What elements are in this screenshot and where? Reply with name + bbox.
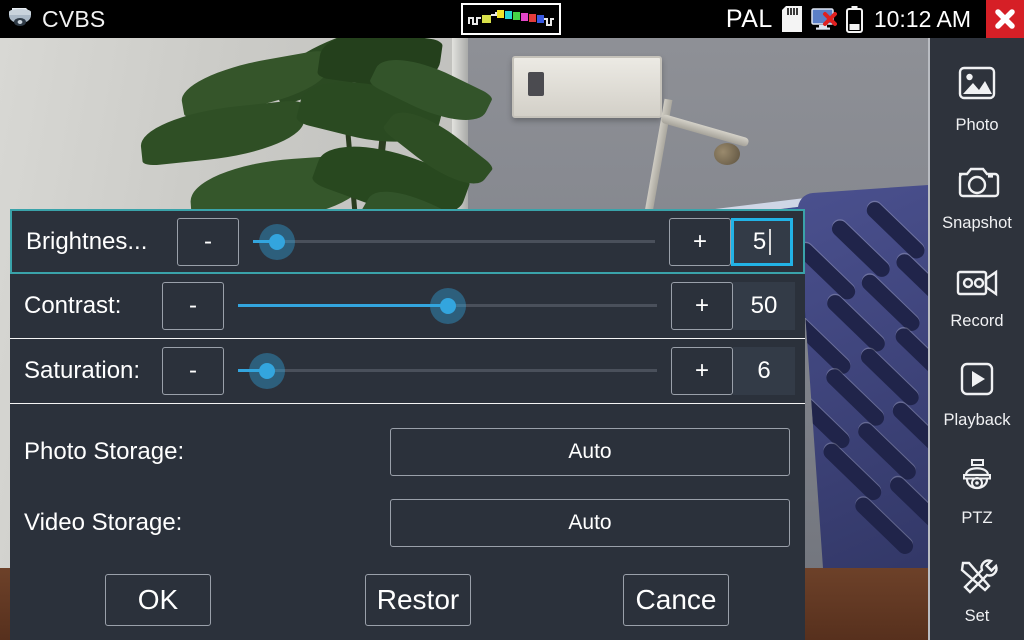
title-bar: CVBS PAL 10:12 AM <box>0 0 1024 38</box>
photo-icon <box>951 64 1003 110</box>
dialog-button-bar: OK Restor Cance <box>10 574 805 630</box>
app-title: CVBS <box>42 5 106 32</box>
photo-storage-label: Photo Storage: <box>24 437 185 465</box>
sidebar-item-label: Photo <box>955 115 999 134</box>
contrast-increase-button[interactable]: + <box>671 282 733 330</box>
slider-track <box>253 239 655 243</box>
text-cursor <box>769 228 772 255</box>
sidebar-item-snapshot[interactable]: Snapshot <box>929 148 1024 246</box>
sidebar-item-photo[interactable]: Photo <box>929 50 1024 148</box>
saturation-slider[interactable] <box>238 347 657 395</box>
title-left-group: CVBS <box>6 0 105 38</box>
camera-icon <box>951 162 1003 208</box>
video-storage-row: Video Storage: Auto <box>10 487 805 558</box>
clock-label: 10:12 AM <box>873 5 971 32</box>
sidebar-item-ptz[interactable]: PTZ <box>929 443 1024 541</box>
video-standard-label: PAL <box>725 4 773 33</box>
video-storage-button[interactable]: Auto <box>390 498 790 547</box>
close-x-icon[interactable] <box>986 0 1024 38</box>
play-icon <box>951 359 1003 405</box>
air-conditioner <box>512 56 662 118</box>
restore-button[interactable]: Restor <box>365 574 471 626</box>
contrast-decrease-button[interactable]: - <box>162 282 224 330</box>
sidebar-item-label: Set <box>964 607 990 626</box>
brightness-value-field[interactable]: 5 <box>731 217 793 266</box>
sidebar-item-playback[interactable]: Playback <box>929 345 1024 443</box>
slider-thumb[interactable] <box>439 298 456 314</box>
contrast-label: Contrast: <box>24 292 122 319</box>
saturation-decrease-button[interactable]: - <box>162 347 224 395</box>
battery-icon <box>845 5 863 33</box>
brightness-label: Brightnes... <box>26 227 148 255</box>
sidebar-item-label: Record <box>950 312 1004 331</box>
saturation-label: Saturation: <box>24 357 141 384</box>
sidebar-item-label: Playback <box>943 410 1011 429</box>
saturation-value-field[interactable]: 6 <box>733 347 795 395</box>
contrast-row[interactable]: Contrast: - + 50 <box>10 274 805 339</box>
brightness-row[interactable]: Brightnes... - + 5 <box>10 209 805 274</box>
contrast-value-field[interactable]: 50 <box>733 282 795 330</box>
brightness-slider[interactable] <box>253 218 655 266</box>
video-settings-dialog: Brightnes... - + 5 Contrast: - + 50 Satu… <box>10 209 805 640</box>
sidebar-item-record[interactable]: Record <box>929 247 1024 345</box>
tester-screen: CVBS PAL 10:12 AM Photo Snapshot Record … <box>0 0 1024 640</box>
saturation-increase-button[interactable]: + <box>671 347 733 395</box>
contrast-slider[interactable] <box>238 282 657 330</box>
cancel-button[interactable]: Cance <box>623 574 729 626</box>
photo-storage-button[interactable]: Auto <box>390 427 790 476</box>
dome-camera-icon <box>6 6 34 32</box>
photo-storage-row: Photo Storage: Auto <box>10 416 805 487</box>
pipe-end <box>714 143 740 165</box>
saturation-row[interactable]: Saturation: - + 6 <box>10 339 805 404</box>
monitor-disconnected-icon <box>811 7 837 31</box>
video-storage-label: Video Storage: <box>24 508 183 536</box>
video-camera-icon <box>951 260 1003 306</box>
sd-card-icon <box>781 6 802 32</box>
brightness-decrease-button[interactable]: - <box>177 217 239 266</box>
slider-thumb[interactable] <box>259 363 276 379</box>
status-group: PAL 10:12 AM <box>726 0 1024 38</box>
slider-track <box>238 369 657 372</box>
slider-fill <box>238 304 448 307</box>
color-bar-waveform-icon <box>461 3 561 35</box>
ok-button[interactable]: OK <box>105 574 211 626</box>
brightness-value: 5 <box>752 227 767 255</box>
tools-icon <box>951 555 1003 601</box>
dome-camera-icon <box>951 457 1003 503</box>
slider-thumb[interactable] <box>269 233 286 250</box>
sidebar-item-set[interactable]: Set <box>929 542 1024 640</box>
brightness-increase-button[interactable]: + <box>669 217 731 266</box>
sidebar-item-label: Snapshot <box>942 213 1012 232</box>
sidebar-item-label: PTZ <box>961 508 993 527</box>
right-toolbar: Photo Snapshot Record Playback PTZ Set <box>928 38 1024 640</box>
